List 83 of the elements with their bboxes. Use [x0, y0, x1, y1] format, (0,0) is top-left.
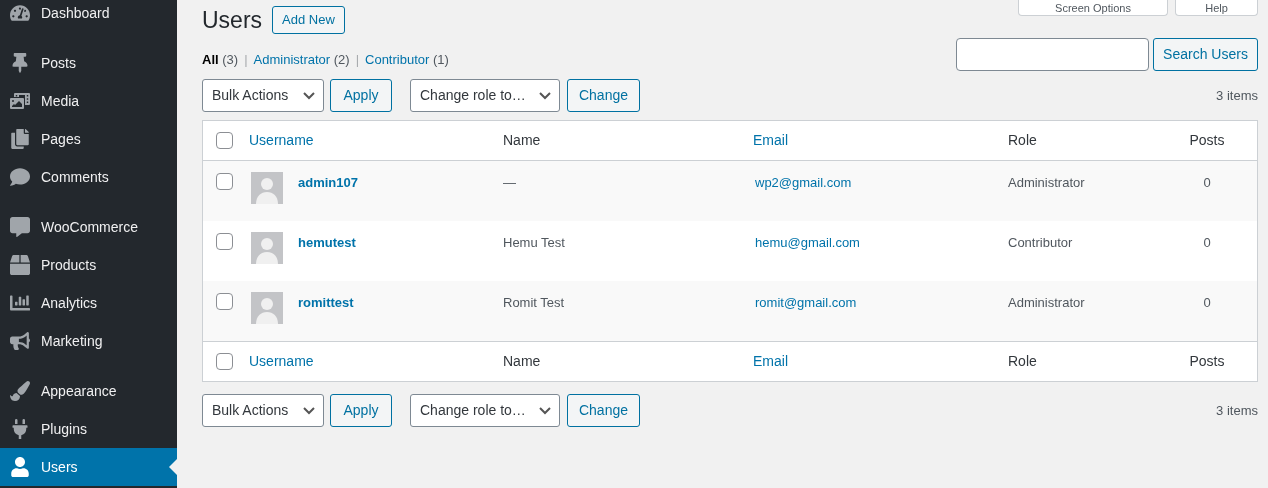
filter-link[interactable]: Administrator (2) [253, 49, 350, 69]
dropdown-select[interactable]: Bulk Actions [202, 394, 324, 427]
dropdown-select[interactable]: Bulk Actions [202, 79, 324, 112]
checkbox[interactable] [216, 173, 233, 190]
chevron-down-icon [303, 406, 315, 415]
checkbox[interactable] [216, 233, 233, 250]
checkbox[interactable] [216, 293, 233, 310]
name-cell-text: — [503, 174, 517, 192]
paintbrush-icon [10, 381, 30, 401]
sidebar-menu-item[interactable]: Posts [0, 44, 177, 82]
pin-icon [10, 53, 30, 73]
page-title: Users [202, 6, 263, 34]
avatar-placeholder [251, 292, 283, 324]
chevron-down-icon [539, 406, 551, 415]
role-cell-text: Administrator [1008, 174, 1086, 192]
dashboard-gauge-icon [10, 3, 30, 23]
column-header: Posts [1189, 131, 1225, 150]
box-icon [10, 255, 30, 275]
avatar-placeholder [251, 172, 283, 204]
sidebar-menu-item[interactable]: Pages [0, 120, 177, 158]
username-link[interactable]: romittest [298, 293, 354, 313]
sidebar-menu-item[interactable]: Plugins [0, 410, 177, 448]
pages-icon [10, 129, 30, 149]
bar-chart-icon [10, 293, 30, 313]
name-cell-text: Hemu Test [503, 234, 566, 252]
column-header: Role [1008, 131, 1038, 150]
role-cell-text: Contributor [1008, 234, 1074, 252]
filter-link[interactable]: All (3) [202, 49, 239, 69]
item-count: 3 items [1216, 86, 1258, 105]
username-link[interactable]: admin107 [298, 173, 358, 193]
plug-icon [10, 419, 30, 439]
sidebar-menu-item[interactable]: Analytics [0, 284, 177, 322]
sidebar-menu-item[interactable]: Products [0, 246, 177, 284]
column-header: Name [503, 352, 542, 371]
dropdown-select[interactable]: Change role to… [410, 394, 560, 427]
name-cell-text: Romit Test [503, 294, 566, 312]
media-icon [10, 91, 30, 111]
checkbox[interactable] [216, 132, 233, 149]
megaphone-icon [10, 331, 30, 351]
change-button[interactable]: Change [567, 79, 640, 112]
email-link[interactable]: wp2@gmail.com [753, 173, 1008, 193]
change-button[interactable]: Change [567, 394, 640, 427]
apply-button[interactable]: Apply [330, 79, 392, 112]
column-header: Posts [1189, 352, 1225, 371]
sortable-column-header[interactable]: Email [753, 130, 1008, 151]
sidebar-menu-item[interactable]: Appearance [0, 372, 177, 410]
sidebar-menu-item[interactable]: Comments [0, 158, 177, 196]
sidebar-menu-item[interactable]: Users [0, 448, 177, 486]
add-new-button[interactable]: Add New [272, 6, 345, 34]
screen-meta-tab[interactable]: Screen Options [1018, 0, 1168, 16]
sidebar-menu-item[interactable]: Marketing [0, 322, 177, 360]
speech-bubble-icon [10, 217, 30, 237]
sidebar-menu-item[interactable]: Dashboard [0, 0, 177, 32]
email-link[interactable]: romit@gmail.com [753, 293, 1008, 313]
column-header: Name [503, 131, 542, 150]
posts-count: 0 [1202, 234, 1212, 252]
sidebar-menu-item[interactable]: WooCommerce [0, 208, 177, 246]
sortable-column-header[interactable]: Username [249, 351, 503, 372]
item-count: 3 items [1216, 401, 1258, 420]
checkbox[interactable] [216, 353, 233, 370]
filter-link[interactable]: Contributor (1) [365, 49, 449, 69]
apply-button[interactable]: Apply [330, 394, 392, 427]
avatar-placeholder [251, 232, 283, 264]
sidebar-menu-item[interactable]: Media [0, 82, 177, 120]
posts-count: 0 [1202, 294, 1212, 312]
sortable-column-header[interactable]: Email [753, 351, 1008, 372]
search-button[interactable]: Search Users [1153, 38, 1258, 71]
user-icon [10, 457, 30, 477]
current-arrow-icon [169, 459, 177, 475]
separator: | [244, 50, 248, 69]
chevron-down-icon [303, 91, 315, 100]
screen-meta-tab[interactable]: Help [1175, 0, 1258, 16]
chevron-down-icon [539, 91, 551, 100]
role-cell-text: Administrator [1008, 294, 1086, 312]
username-link[interactable]: hemutest [298, 233, 356, 253]
comment-icon [10, 167, 30, 187]
search-field[interactable] [956, 38, 1149, 71]
separator: | [355, 50, 359, 69]
dropdown-select[interactable]: Change role to… [410, 79, 560, 112]
sortable-column-header[interactable]: Username [249, 130, 503, 151]
email-link[interactable]: hemu@gmail.com [753, 233, 1008, 253]
posts-count: 0 [1202, 174, 1212, 192]
column-header: Role [1008, 352, 1038, 371]
